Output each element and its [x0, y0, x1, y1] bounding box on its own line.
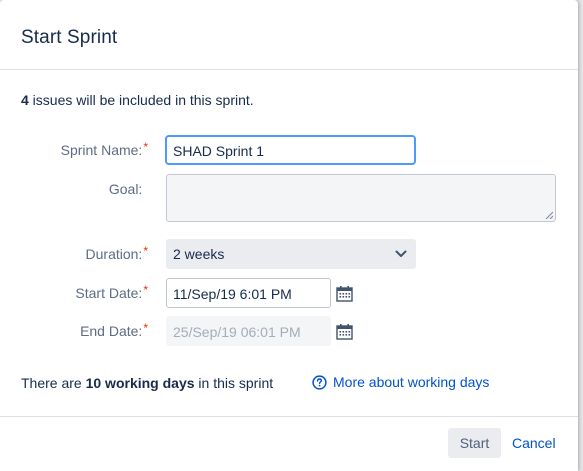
goal-row: Goal:* [0, 174, 578, 222]
chevron-down-icon [395, 250, 407, 257]
dialog-footer: Start Cancel [0, 416, 578, 471]
duration-label: Duration:* [85, 244, 148, 262]
duration-select[interactable]: 2 weeks [166, 239, 416, 269]
dialog-header: Start Sprint [0, 0, 578, 70]
duration-value: 2 weeks [173, 246, 225, 262]
question-circle-icon [312, 374, 327, 390]
sprint-name-input[interactable]: SHAD Sprint 1 [166, 136, 415, 164]
resize-grip-icon[interactable] [545, 211, 553, 219]
start-date-label: Start Date:* [75, 283, 148, 301]
start-button[interactable]: Start [448, 428, 501, 458]
required-marker: * [143, 283, 148, 297]
cancel-button[interactable]: Cancel [512, 435, 556, 451]
summary-text: issues will be included in this sprint. [28, 92, 254, 108]
more-about-working-days-link[interactable]: More about working days [312, 374, 489, 390]
goal-label: Goal:* [108, 181, 143, 197]
start-date-row: Start Date:* 11/Sep/19 6:01 PM [0, 278, 578, 308]
sprint-name-label: Sprint Name:* [60, 140, 148, 158]
required-marker: * [143, 140, 148, 154]
start-sprint-dialog: Start Sprint 4 issues will be included i… [0, 0, 578, 471]
required-marker: * [143, 244, 148, 258]
start-date-input[interactable]: 11/Sep/19 6:01 PM [166, 278, 331, 308]
issue-count: 4 [21, 92, 29, 108]
required-marker: * [143, 321, 148, 335]
sprint-summary: 4 issues will be included in this sprint… [21, 92, 254, 108]
working-days-text: There are 10 working days in this sprint [21, 375, 274, 391]
sprint-name-row: Sprint Name:* SHAD Sprint 1 [0, 136, 578, 164]
duration-row: Duration:* 2 weeks [0, 239, 578, 269]
working-days-count: 10 working days [85, 375, 195, 391]
calendar-icon[interactable] [336, 286, 353, 302]
end-date-input: 25/Sep/19 06:01 PM [166, 316, 331, 346]
calendar-icon[interactable] [336, 324, 353, 340]
dialog-title: Start Sprint [21, 27, 118, 48]
end-date-row: End Date:* 25/Sep/19 06:01 PM [0, 316, 578, 346]
goal-textarea[interactable] [166, 174, 556, 222]
end-date-label: End Date:* [80, 321, 148, 339]
